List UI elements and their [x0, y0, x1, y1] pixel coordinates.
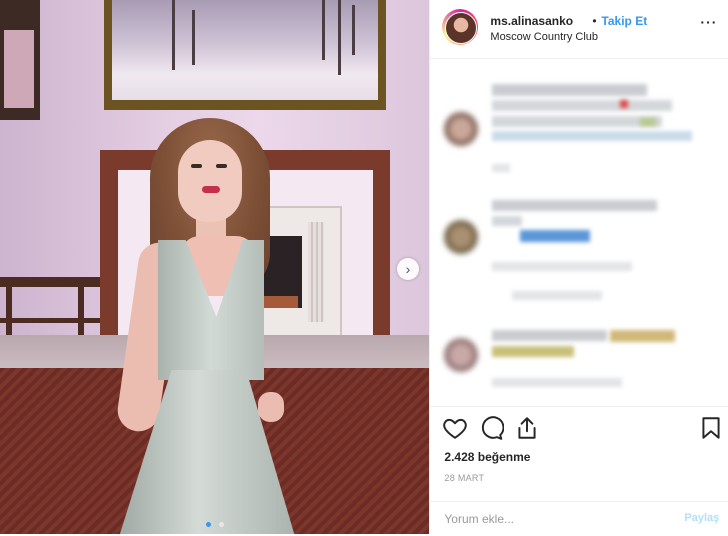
- blurred-comment-text: [492, 100, 673, 111]
- blurred-timestamp: [492, 378, 623, 387]
- comment-avatar[interactable]: [444, 338, 479, 372]
- add-comment-form: Paylaş: [430, 501, 728, 536]
- blurred-comment-text: [492, 330, 608, 341]
- eye: [191, 164, 202, 168]
- post-comment-button[interactable]: Paylaş: [684, 512, 719, 524]
- blurred-comment-text: [492, 131, 693, 141]
- likes-count[interactable]: 2.428 beğenme: [444, 450, 530, 464]
- carousel-dot-active: [205, 522, 211, 527]
- wall-beam: [0, 0, 40, 120]
- comment-avatar[interactable]: [444, 112, 479, 146]
- username-link[interactable]: ms.alinasanko: [490, 14, 573, 28]
- blurred-replies: [512, 291, 603, 300]
- heart-icon[interactable]: [442, 415, 468, 441]
- blurred-comment-text: [492, 200, 658, 211]
- follow-button[interactable]: Takip Et: [601, 14, 647, 28]
- instagram-post: › ms.alinasanko • Takip Et Moscow Countr…: [0, 0, 728, 534]
- location-link[interactable]: Moscow Country Club: [490, 31, 598, 43]
- comment-input[interactable]: [444, 512, 665, 526]
- blurred-comment-text: [492, 116, 663, 127]
- blurred-timestamp: [492, 262, 633, 271]
- carousel-dot: [219, 522, 225, 527]
- eye: [216, 164, 227, 168]
- blurred-emoji: [610, 330, 676, 342]
- woman-hand: [258, 392, 284, 422]
- carousel-indicator: [0, 522, 429, 527]
- bench-rail: [0, 318, 100, 323]
- post-header: ms.alinasanko • Takip Et Moscow Country …: [430, 0, 728, 59]
- blurred-emoji: [520, 230, 591, 242]
- comment-icon[interactable]: [478, 415, 505, 441]
- blurred-emoji: [492, 346, 575, 357]
- comment-avatar[interactable]: [444, 220, 479, 254]
- blurred-emoji: [640, 118, 657, 126]
- share-icon[interactable]: [514, 415, 540, 441]
- post-side-panel: ms.alinasanko • Takip Et Moscow Country …: [429, 0, 728, 534]
- separator-dot: •: [592, 14, 597, 28]
- chevron-right-icon[interactable]: ›: [397, 258, 419, 280]
- blurred-timestamp: [492, 164, 511, 172]
- landscape-painting: [112, 0, 378, 100]
- mantel-column: [308, 222, 324, 322]
- post-photo[interactable]: ›: [0, 0, 430, 534]
- woman-face: [178, 140, 242, 222]
- blurred-comment-text: [492, 84, 648, 96]
- wooden-bench: [0, 277, 100, 287]
- post-date[interactable]: 28 MART: [444, 473, 484, 483]
- fire-grate: [258, 296, 298, 308]
- blurred-emoji: [620, 100, 629, 108]
- bookmark-icon[interactable]: [698, 415, 724, 441]
- lips: [202, 186, 220, 193]
- more-options-icon[interactable]: ···: [700, 14, 717, 30]
- post-actions: 2.428 beğenme 28 MART Paylaş: [430, 406, 728, 535]
- blurred-comment-text: [492, 216, 523, 226]
